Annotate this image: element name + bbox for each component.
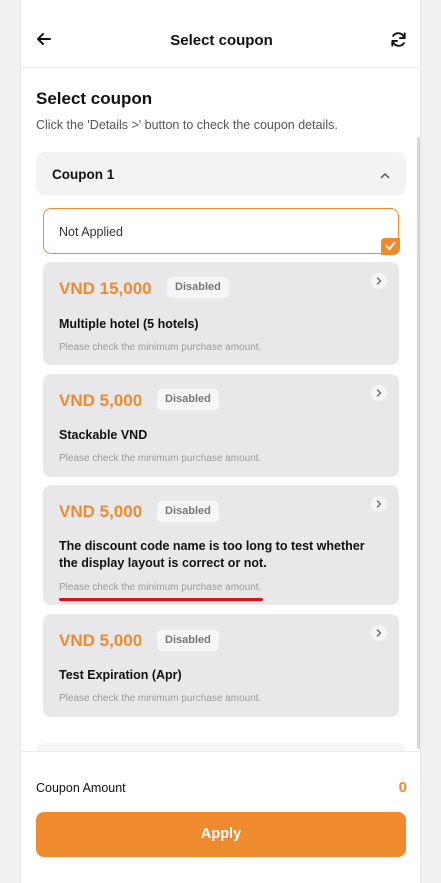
coupon-note: Please check the minimum purchase amount… xyxy=(59,453,262,464)
chevron-right-icon[interactable] xyxy=(371,273,387,289)
scrollbar[interactable] xyxy=(417,137,420,749)
apply-button[interactable]: Apply xyxy=(36,812,406,857)
chevron-right-icon[interactable] xyxy=(371,385,387,401)
coupon-price: VND 5,000 xyxy=(59,391,143,410)
checkmark-icon xyxy=(381,238,400,255)
coupon-name: Stackable VND xyxy=(59,428,148,442)
red-underline-annotation xyxy=(59,598,263,601)
coupon-name: Test Expiration (Apr) xyxy=(59,668,182,682)
status-badge: Disabled xyxy=(157,501,219,522)
page-title: Select coupon xyxy=(170,32,273,49)
coupon-amount-value: 0 xyxy=(398,779,407,796)
coupon-card[interactable]: VND 5,000 Disabled Test Expiration (Apr)… xyxy=(43,614,399,717)
status-badge: Disabled xyxy=(157,630,219,651)
status-badge: Disabled xyxy=(167,277,229,298)
refresh-icon[interactable] xyxy=(389,30,408,49)
coupon-note: Please check the minimum purchase amount… xyxy=(59,693,262,704)
coupon-name: Multiple hotel (5 hotels) xyxy=(59,317,199,331)
coupon-price: VND 5,000 xyxy=(59,631,143,650)
coupon-price: VND 5,000 xyxy=(59,502,143,521)
not-applied-option[interactable]: Not Applied xyxy=(43,208,400,255)
app-frame: Select coupon Select coupon Click the 'D… xyxy=(20,0,421,883)
coupon-accordion-header[interactable]: Coupon 1 xyxy=(36,152,406,195)
coupon-price: VND 15,000 xyxy=(59,279,152,298)
coupon-note: Please check the minimum purchase amount… xyxy=(59,582,262,593)
coupon-note: Please check the minimum purchase amount… xyxy=(59,342,262,353)
coupon-name: The discount code name is too long to te… xyxy=(59,539,365,570)
accordion-label: Coupon 1 xyxy=(52,167,115,182)
chevron-up-icon xyxy=(380,168,390,179)
status-badge: Disabled xyxy=(157,389,219,410)
coupon-card[interactable]: VND 15,000 Disabled Multiple hotel (5 ho… xyxy=(43,262,399,365)
not-applied-label: Not Applied xyxy=(59,225,123,239)
chevron-right-icon[interactable] xyxy=(371,625,387,641)
top-bar: Select coupon xyxy=(21,0,420,68)
chevron-right-icon[interactable] xyxy=(371,496,387,512)
section-subtitle: Click the 'Details >' button to check th… xyxy=(36,118,338,132)
coupon-card[interactable]: VND 5,000 Disabled The discount code nam… xyxy=(43,485,399,605)
bottom-panel: Coupon Amount 0 Apply xyxy=(21,751,420,883)
section-heading: Select coupon xyxy=(36,89,153,108)
coupon-card[interactable]: VND 5,000 Disabled Stackable VND Please … xyxy=(43,374,399,477)
coupon-amount-label: Coupon Amount xyxy=(36,781,126,795)
